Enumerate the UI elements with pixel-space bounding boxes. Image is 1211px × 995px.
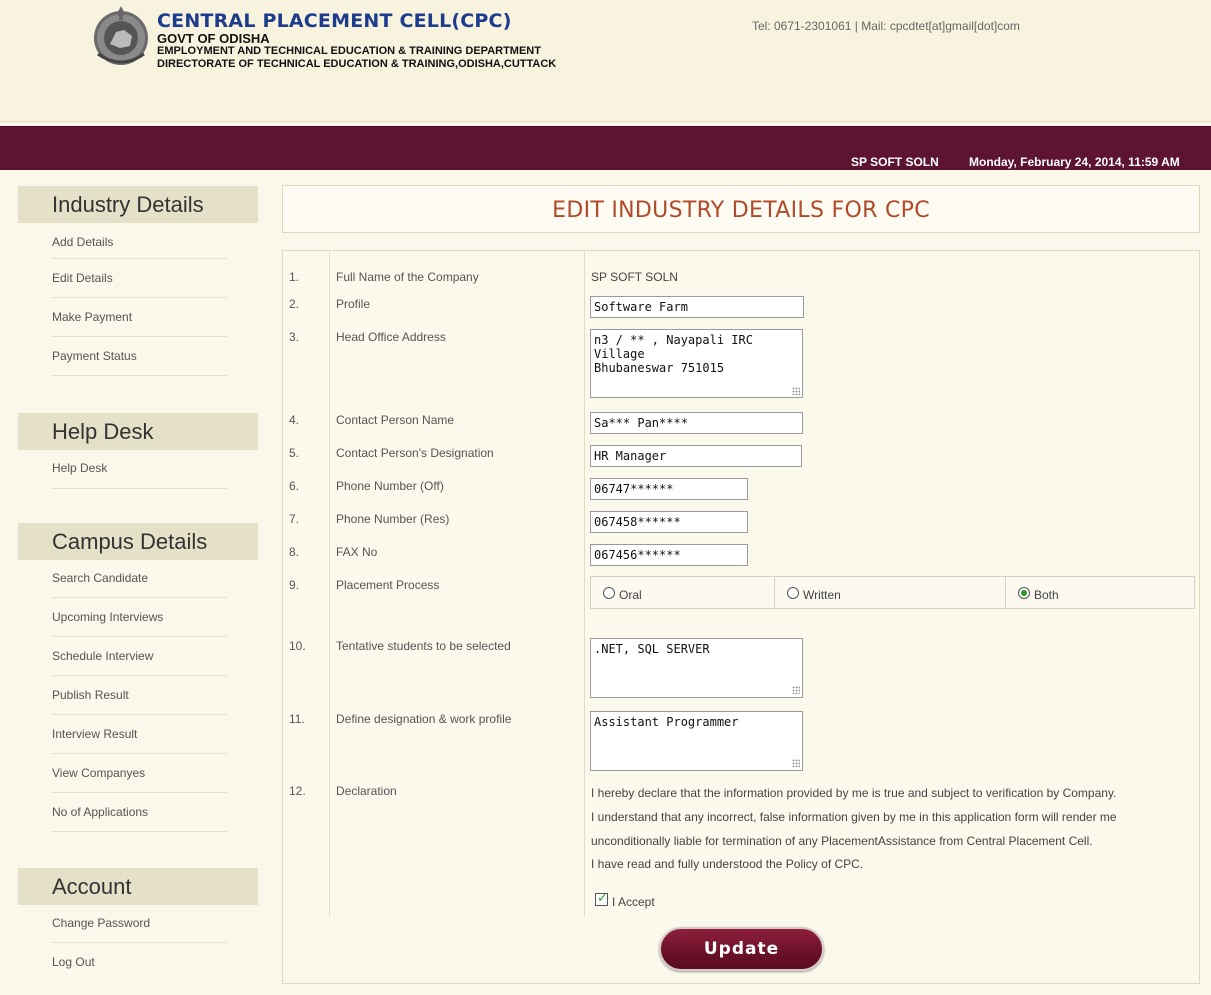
sidebar-item-publish-result[interactable]: Publish Result (52, 676, 227, 715)
sidebar-item-add-details[interactable]: Add Details (52, 223, 227, 259)
sidebar-section-help: Help Desk Help Desk (18, 413, 258, 489)
column-divider (584, 252, 585, 916)
tentative-students-textarea[interactable]: .NET, SQL SERVER (590, 638, 803, 698)
sidebar-item-log-out[interactable]: Log Out (52, 943, 227, 982)
declaration-line: I understand that any incorrect, false i… (591, 810, 1117, 824)
fax-input[interactable] (590, 544, 748, 566)
page-title: EDIT INDUSTRY DETAILS FOR CPC (552, 198, 930, 223)
sidebar-item-search-candidate[interactable]: Search Candidate (52, 560, 227, 598)
placement-process-radio-group: Oral Written Both (590, 576, 1195, 609)
resize-grip-icon[interactable] (792, 686, 800, 694)
work-profile-textarea[interactable]: Assistant Programmer (590, 711, 803, 771)
label-fax: FAX No (336, 545, 378, 559)
sidebar-item-edit-details[interactable]: Edit Details (52, 259, 227, 298)
sidebar-heading-industry: Industry Details (18, 186, 258, 223)
sidebar-section-industry: Industry Details Add Details Edit Detail… (18, 186, 258, 376)
declaration-line: unconditionally liable for termination o… (591, 834, 1093, 848)
label-phone-off: Phone Number (Off) (336, 479, 444, 493)
row-number: 12. (289, 784, 306, 798)
label-work-profile: Define designation & work profile (336, 712, 512, 726)
radio-option-oral[interactable]: Oral (591, 577, 774, 608)
update-button[interactable]: Update (659, 927, 824, 971)
label-placement-process: Placement Process (336, 578, 440, 592)
row-number: 9. (289, 578, 300, 592)
page-title-box: EDIT INDUSTRY DETAILS FOR CPC (282, 185, 1200, 233)
profile-input[interactable] (590, 296, 804, 318)
govt-label: GOVT OF ODISHA (157, 31, 270, 46)
sidebar-heading-account: Account (18, 868, 258, 905)
logged-in-company: SP SOFT SOLN (851, 155, 939, 169)
directorate-label: DIRECTORATE OF TECHNICAL EDUCATION & TRA… (157, 58, 557, 70)
radio-label: Both (1034, 588, 1059, 602)
radio-option-both[interactable]: Both (1005, 577, 1194, 608)
radio-label: Written (803, 588, 841, 602)
sidebar-item-view-companyes[interactable]: View Companyes (52, 754, 227, 793)
sidebar-item-no-of-applications[interactable]: No of Applications (52, 793, 227, 832)
head-office-address-textarea[interactable]: n3 / ** , Nayapali IRC Village Bhubanesw… (590, 329, 803, 398)
row-number: 7. (289, 512, 300, 526)
declaration-line: I have read and fully understood the Pol… (591, 857, 864, 871)
contact-info: Tel: 0671-2301061 | Mail: cpcdtet[at]gma… (752, 19, 1020, 33)
sidebar-heading-campus: Campus Details (18, 523, 258, 560)
declaration-line: I hereby declare that the information pr… (591, 786, 1117, 800)
radio-selected-dot (1021, 590, 1027, 596)
site-header: CENTRAL PLACEMENT CELL(CPC) GOVT OF ODIS… (0, 0, 1211, 122)
radio-button-selected[interactable] (1018, 587, 1030, 599)
check-icon: ✓ (597, 891, 608, 906)
company-name-value: SP SOFT SOLN (591, 270, 678, 284)
row-number: 2. (289, 297, 300, 311)
label-phone-res: Phone Number (Res) (336, 512, 450, 526)
label-profile: Profile (336, 297, 371, 311)
label-contact-person-name: Contact Person Name (336, 413, 455, 427)
top-bar: SP SOFT SOLN Monday, February 24, 2014, … (0, 126, 1211, 170)
accept-label: I Accept (612, 895, 655, 909)
column-divider (329, 252, 330, 916)
row-number: 6. (289, 479, 300, 493)
sidebar-item-upcoming-interviews[interactable]: Upcoming Interviews (52, 598, 227, 637)
row-number: 8. (289, 545, 300, 559)
sidebar-item-make-payment[interactable]: Make Payment (52, 298, 227, 337)
phone-off-input[interactable] (590, 478, 748, 500)
emblem-icon (86, 4, 156, 68)
sidebar-section-campus: Campus Details Search Candidate Upcoming… (18, 523, 258, 832)
row-number: 10. (289, 639, 306, 653)
row-number: 4. (289, 413, 300, 427)
label-tentative-students: Tentative students to be selected (336, 639, 511, 653)
radio-button[interactable] (787, 587, 799, 599)
radio-option-written[interactable]: Written (774, 577, 1005, 608)
current-datetime: Monday, February 24, 2014, 11:59 AM (969, 155, 1180, 169)
label-company-name: Full Name of the Company (336, 270, 479, 284)
resize-grip-icon[interactable] (792, 759, 800, 767)
contact-person-name-input[interactable] (590, 412, 803, 434)
sidebar-item-help-desk[interactable]: Help Desk (52, 450, 227, 489)
contact-designation-input[interactable] (590, 445, 802, 467)
row-number: 11. (289, 712, 305, 726)
label-contact-designation: Contact Person's Designation (336, 446, 494, 460)
row-number: 3. (289, 330, 300, 344)
resize-grip-icon[interactable] (792, 387, 800, 395)
sidebar-heading-help: Help Desk (18, 413, 258, 450)
accept-checkbox[interactable]: ✓ (595, 891, 608, 906)
phone-res-input[interactable] (590, 511, 748, 533)
site-title-block: CENTRAL PLACEMENT CELL(CPC) GOVT OF ODIS… (157, 10, 556, 71)
radio-button[interactable] (603, 587, 615, 599)
sidebar-item-payment-status[interactable]: Payment Status (52, 337, 227, 376)
site-title: CENTRAL PLACEMENT CELL(CPC) (157, 10, 512, 32)
radio-label: Oral (619, 588, 642, 602)
row-number: 1. (289, 270, 300, 284)
sidebar-item-interview-result[interactable]: Interview Result (52, 715, 227, 754)
sidebar-item-change-password[interactable]: Change Password (52, 905, 227, 943)
row-number: 5. (289, 446, 300, 460)
department-label: EMPLOYMENT AND TECHNICAL EDUCATION & TRA… (157, 45, 541, 57)
label-head-office-address: Head Office Address (336, 330, 446, 344)
sidebar-section-account: Account Change Password Log Out (18, 868, 258, 982)
label-declaration: Declaration (336, 784, 397, 798)
sidebar-item-schedule-interview[interactable]: Schedule Interview (52, 637, 227, 676)
